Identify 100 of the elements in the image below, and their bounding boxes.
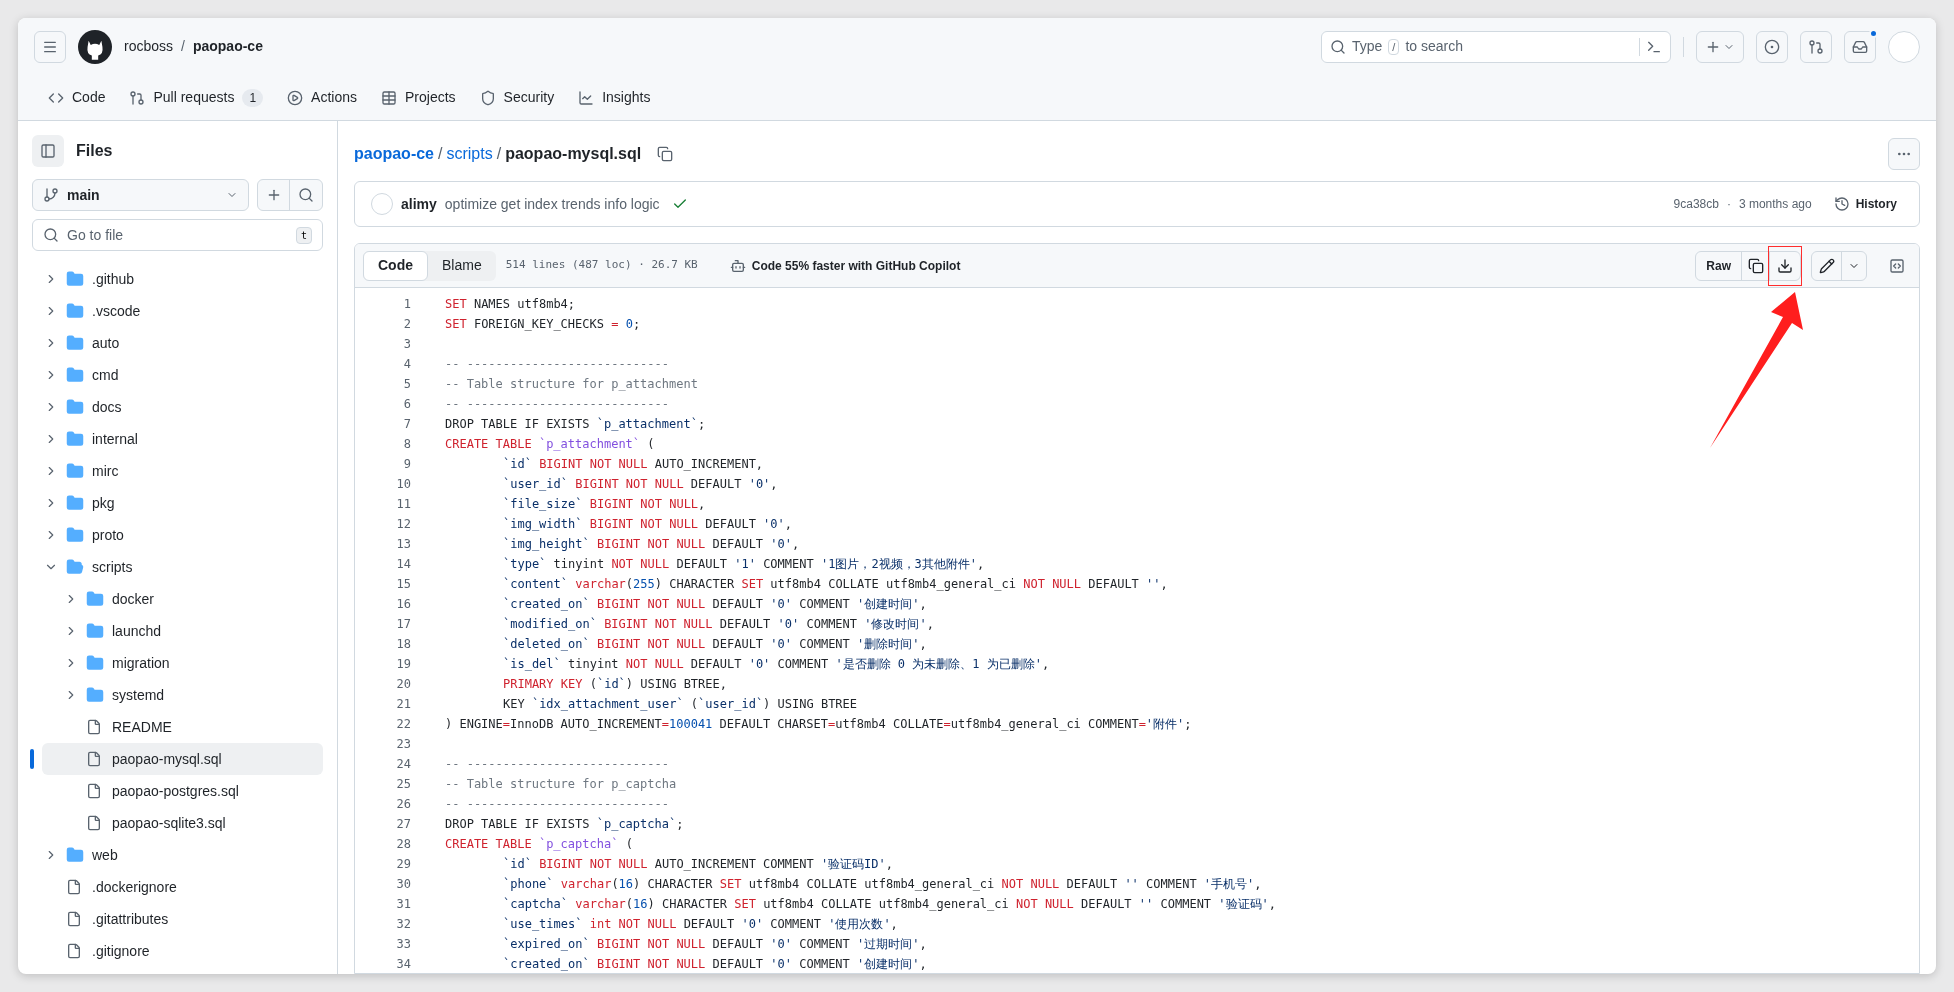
search-placeholder: Type (1352, 37, 1383, 56)
repo-tab[interactable]: Actions (279, 81, 365, 114)
code-line: `captcha` varchar(16) CHARACTER SET utf8mb4 COLLATE utf8mb4_general_ci NOT NULL DEFAULT '' COMMENT '验证码', (503, 896, 1276, 913)
file-item[interactable]: .gitattributes (32, 903, 323, 935)
line-number: 31 (395, 896, 411, 913)
play-icon (287, 89, 304, 106)
code-line: -- ---------------------------- (445, 396, 669, 413)
inbox-icon (1852, 38, 1868, 55)
repo-tab[interactable]: Projects (373, 81, 464, 114)
search-icon (1330, 38, 1346, 55)
file-icon (86, 783, 102, 799)
folder-item[interactable]: web (32, 839, 323, 871)
folder-item[interactable]: launchd (42, 615, 323, 647)
copy-icon[interactable] (657, 146, 674, 162)
shortcut-key: / (1388, 38, 1400, 55)
folder-icon (66, 526, 84, 544)
folder-item[interactable]: systemd (42, 679, 323, 711)
folder-open-icon (66, 558, 84, 576)
history-button[interactable]: History (1827, 190, 1903, 218)
file-search-field[interactable]: Go to file t (32, 219, 323, 251)
pull-requests-button[interactable] (1800, 30, 1832, 63)
file-item[interactable]: paopao-sqlite3.sql (42, 807, 323, 839)
line-number: 17 (395, 616, 411, 633)
branch-select[interactable]: main (32, 179, 249, 211)
line-number: 5 (402, 376, 411, 393)
code-line: `modified_on` BIGINT NOT NULL DEFAULT '0' COMMENT '修改时间', (503, 616, 934, 633)
collapse-sidebar-button[interactable] (32, 135, 64, 167)
folder-icon (66, 494, 84, 512)
owner-link[interactable]: rocboss (124, 36, 174, 57)
file-name: paopao-mysql.sql (505, 144, 642, 164)
menu-button[interactable] (34, 30, 66, 63)
line-number: 23 (395, 736, 411, 753)
line-number: 24 (395, 756, 411, 773)
folder-item[interactable]: docker (42, 583, 323, 615)
code-line: `deleted_on` BIGINT NOT NULL DEFAULT '0' COMMENT '删除时间', (503, 636, 927, 653)
tab-label: Insights (602, 88, 651, 107)
code-line: SET NAMES utf8mb4; (445, 296, 576, 313)
path-separator: / (496, 144, 502, 164)
table-icon (381, 89, 397, 106)
sidebar-title: Files (76, 141, 113, 161)
shortcut-key: t (295, 226, 312, 244)
commit-author[interactable]: alimy (401, 193, 437, 215)
code-line: `use_times` int NOT NULL DEFAULT '0' COMMENT '使用次数', (503, 916, 898, 933)
code-line: CREATE TABLE `p_captcha` ( (445, 836, 633, 853)
download-icon (1777, 257, 1793, 274)
folder-item[interactable]: docs (32, 391, 323, 423)
repo-tab[interactable]: Pull requests 1 (121, 81, 272, 114)
history-icon (1833, 196, 1850, 212)
panel-icon (40, 143, 56, 159)
line-number: 8 (402, 436, 411, 453)
line-number: 21 (395, 696, 411, 713)
folder-item[interactable]: scripts (32, 551, 323, 583)
breadcrumb-link[interactable]: scripts (446, 142, 493, 166)
folder-item[interactable]: .vscode (32, 295, 323, 327)
folder-item[interactable]: internal (32, 423, 323, 455)
code-line: `is_del` tinyint NOT NULL DEFAULT '0' COMMENT '是否删除 0 为未删除、1 为已删除', (503, 656, 1050, 673)
folder-item[interactable]: migration (42, 647, 323, 679)
copilot-link[interactable]: Code 55% faster with GitHub Copilot (751, 256, 961, 275)
view-tab[interactable]: Code (363, 250, 428, 281)
selection-indicator (30, 749, 34, 769)
folder-icon (66, 462, 84, 480)
file-item[interactable]: .dockerignore (32, 871, 323, 903)
line-number: 3 (402, 336, 411, 353)
view-tab[interactable]: Blame (428, 250, 496, 281)
folder-item[interactable]: proto (32, 519, 323, 551)
create-button[interactable] (1696, 30, 1744, 63)
file-item[interactable]: README (42, 711, 323, 743)
line-number: 9 (402, 456, 411, 473)
code-line: KEY `idx_attachment_user` (`user_id`) USING BTREE (503, 696, 858, 713)
folder-item[interactable]: .github (32, 263, 323, 295)
repo-tab[interactable]: Code (40, 81, 114, 114)
logo-icon[interactable] (78, 29, 112, 64)
repo-tab[interactable]: Security (471, 81, 563, 114)
line-number: 34 (395, 956, 411, 973)
inbox-button[interactable] (1844, 30, 1876, 63)
code-line: `content` varchar(255) CHARACTER SET utf8mb4 COLLATE utf8mb4_general_ci NOT NULL DEFAULT '', (503, 576, 1168, 593)
file-item[interactable]: paopao-postgres.sql (42, 775, 323, 807)
line-number: 11 (395, 496, 411, 513)
folder-item[interactable]: mirc (32, 455, 323, 487)
search-field[interactable]: Type / to search (1321, 30, 1671, 63)
path-separator: / (181, 37, 185, 56)
breadcrumb-link[interactable]: paopao-ce (354, 142, 434, 166)
search-placeholder: to search (1405, 37, 1463, 56)
code-line: `created_on` BIGINT NOT NULL DEFAULT '0' COMMENT '创建时间', (503, 956, 927, 973)
folder-item[interactable]: auto (32, 327, 323, 359)
issues-button[interactable] (1756, 30, 1788, 63)
file-item[interactable]: .gitignore (32, 935, 323, 967)
repo-tab[interactable]: Insights (570, 81, 659, 114)
line-number: 25 (395, 776, 411, 793)
shield-icon (479, 89, 496, 106)
commit-hash[interactable]: 9ca38cb (1673, 195, 1719, 213)
folder-item[interactable]: pkg (32, 487, 323, 519)
line-number: 15 (395, 576, 411, 593)
folder-item[interactable]: cmd (32, 359, 323, 391)
line-number: 29 (395, 856, 411, 873)
commit-message[interactable]: optimize get index trends info logic (444, 193, 660, 215)
repo-link[interactable]: paopao-ce (192, 36, 263, 57)
branch-icon (43, 187, 59, 203)
code-line: PRIMARY KEY (`id`) USING BTREE, (503, 676, 727, 693)
file-icon (66, 943, 82, 959)
